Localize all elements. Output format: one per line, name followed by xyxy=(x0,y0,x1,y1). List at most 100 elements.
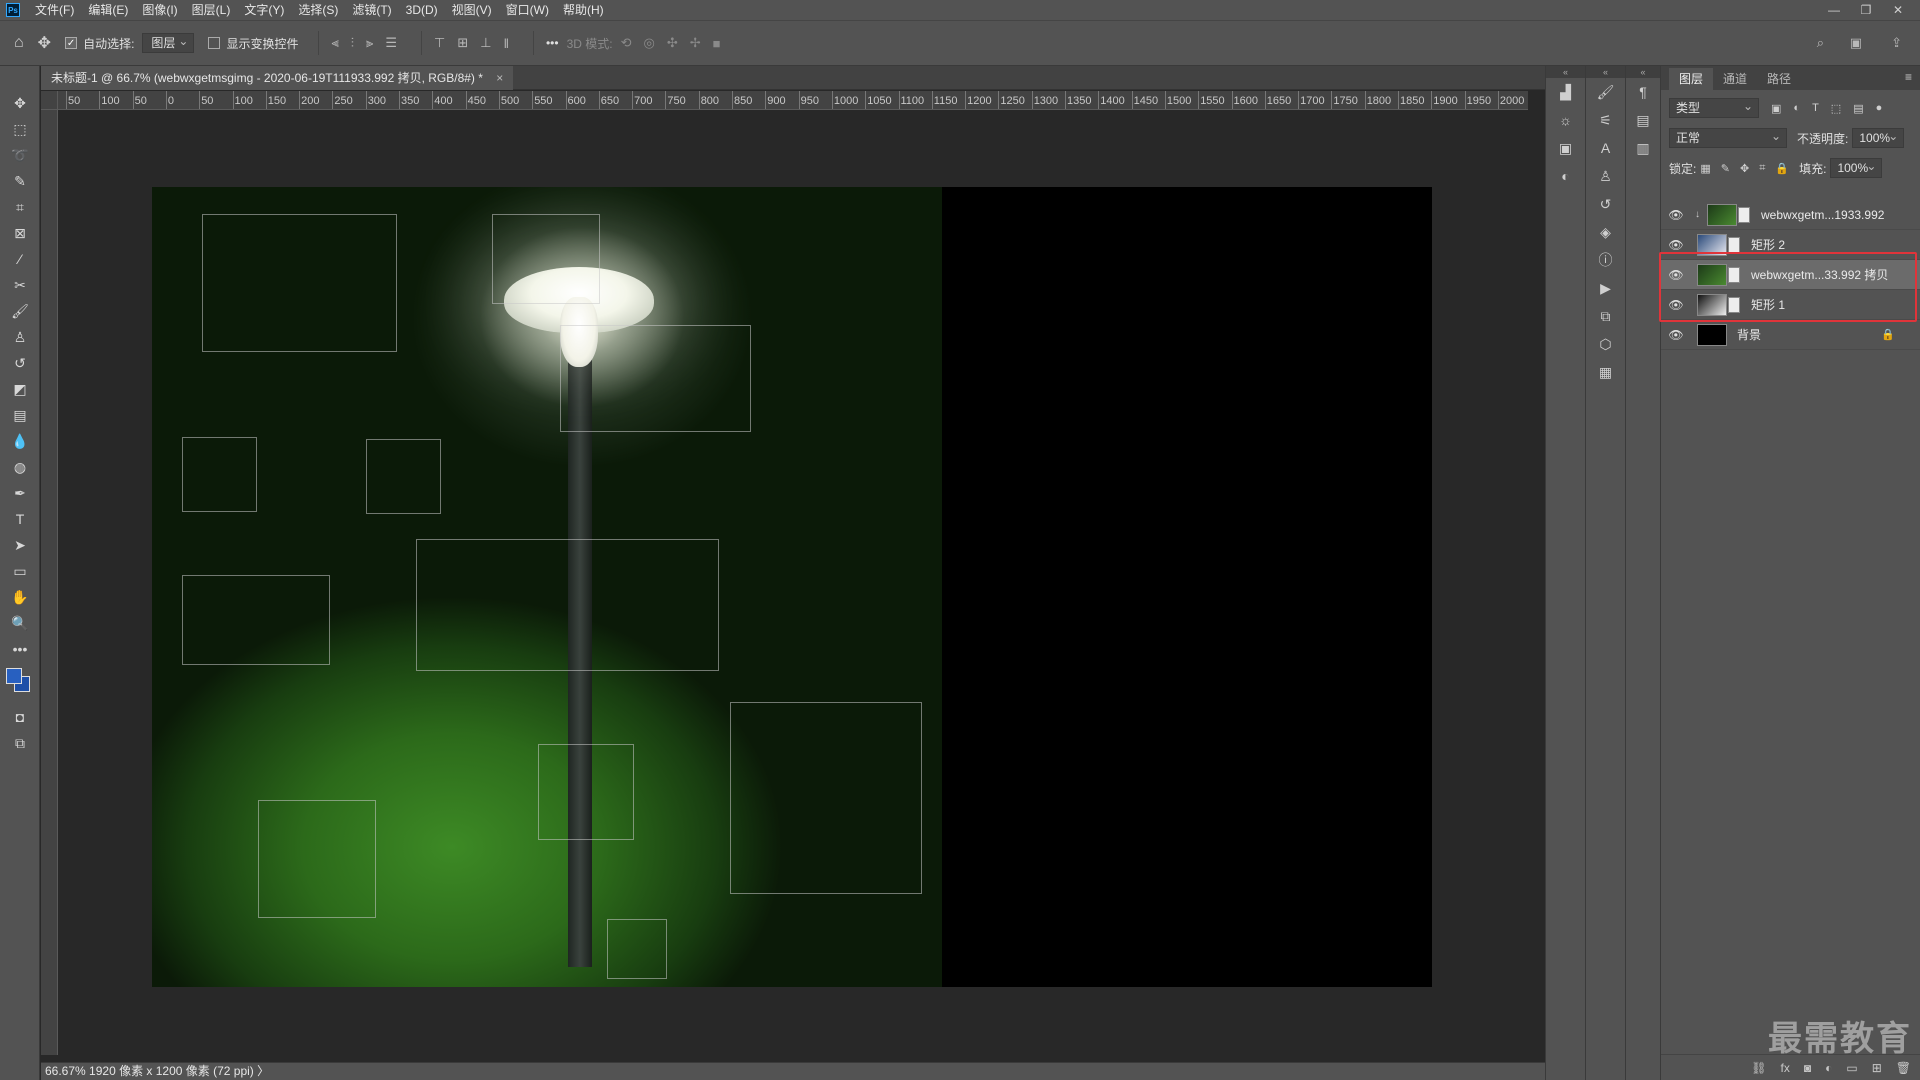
crop-tool-icon[interactable]: ⌗ xyxy=(0,194,40,220)
visibility-eye-icon[interactable]: 👁 xyxy=(1661,328,1691,342)
visibility-eye-icon[interactable]: 👁 xyxy=(1661,238,1691,252)
menu-3d[interactable]: 3D(D) xyxy=(399,0,445,20)
color-swatches[interactable] xyxy=(0,662,40,704)
distribute-vertical-icon[interactable]: ☰ xyxy=(385,35,397,51)
trash-icon[interactable]: 🗑 xyxy=(1896,1061,1911,1075)
layer-row[interactable]: 👁 背景 🔒 xyxy=(1661,320,1920,350)
share-icon[interactable]: ⇪ xyxy=(1891,35,1902,51)
eyedropper-tool-icon[interactable]: ⁄ xyxy=(0,246,40,272)
blur-tool-icon[interactable]: 💧 xyxy=(0,428,40,454)
lasso-tool-icon[interactable]: ➰ xyxy=(0,142,40,168)
info-icon[interactable]: ⓘ xyxy=(1586,246,1625,274)
vertical-ruler[interactable] xyxy=(41,110,58,1055)
gradient-tool-icon[interactable]: ▤ xyxy=(0,402,40,428)
menu-type[interactable]: 文字(Y) xyxy=(237,0,291,20)
menu-window[interactable]: 窗口(W) xyxy=(499,0,556,20)
histogram-icon[interactable]: ▟ xyxy=(1546,78,1585,106)
quick-mask-icon[interactable]: ◘ xyxy=(0,704,40,730)
fill-input[interactable]: 100% xyxy=(1830,157,1883,178)
collapse-handle[interactable]: « xyxy=(1626,66,1660,78)
close-document-icon[interactable]: × xyxy=(496,71,503,85)
menu-select[interactable]: 选择(S) xyxy=(291,0,345,20)
filter-pixel-icon[interactable]: ▣ xyxy=(1771,102,1781,115)
distribute-horizontal-icon[interactable]: ‖ xyxy=(504,36,509,51)
type-tool-icon[interactable]: T xyxy=(0,506,40,532)
notes-icon[interactable]: ▥ xyxy=(1626,134,1660,162)
character-icon[interactable]: A xyxy=(1586,134,1625,162)
quick-select-tool-icon[interactable]: ✎ xyxy=(0,168,40,194)
new-layer-icon[interactable]: ⊞ xyxy=(1872,1061,1882,1075)
paragraph-icon[interactable]: ¶ xyxy=(1626,78,1660,106)
filter-toggle-icon[interactable]: ● xyxy=(1876,102,1883,114)
filter-adjustment-icon[interactable]: ◐ xyxy=(1793,102,1800,114)
lock-transparent-icon[interactable]: ▦ xyxy=(1700,162,1710,175)
menu-view[interactable]: 视图(V) xyxy=(445,0,499,20)
tool-presets-icon[interactable]: ◈ xyxy=(1586,218,1625,246)
panel-menu-icon[interactable]: ≡ xyxy=(1905,70,1912,84)
ruler-origin[interactable] xyxy=(41,91,58,110)
layer-filter-kind-dropdown[interactable]: 类型 xyxy=(1669,97,1759,118)
lock-artboard-icon[interactable]: ⌗ xyxy=(1759,162,1765,175)
tab-channels[interactable]: 通道 xyxy=(1713,68,1757,90)
align-bottom-icon[interactable]: ⊥ xyxy=(480,35,491,51)
timeline-icon[interactable]: ▦ xyxy=(1586,358,1625,386)
link-icon[interactable]: ⛓ xyxy=(1751,1061,1766,1075)
lock-image-icon[interactable]: ✎ xyxy=(1721,162,1730,175)
minimize-button[interactable]: — xyxy=(1818,3,1850,17)
align-hcenter-icon[interactable]: ⫶ xyxy=(351,35,354,51)
menu-help[interactable]: 帮助(H) xyxy=(556,0,611,20)
fx-icon[interactable]: fx xyxy=(1781,1061,1790,1075)
zoom-tool-icon[interactable]: 🔍 xyxy=(0,610,40,636)
layer-name[interactable]: 背景 xyxy=(1737,326,1761,343)
history-icon[interactable]: ↺ xyxy=(1586,190,1625,218)
zoom-level[interactable]: 66.67% xyxy=(45,1064,86,1078)
collapse-handle[interactable]: « xyxy=(1546,66,1585,78)
workspace-icon[interactable]: ▣ xyxy=(1850,35,1862,51)
glyphs-icon[interactable]: ▤ xyxy=(1626,106,1660,134)
menu-edit[interactable]: 编辑(E) xyxy=(81,0,135,20)
edit-toolbar-icon[interactable]: ••• xyxy=(0,636,40,662)
color-icon[interactable]: ◐ xyxy=(1546,162,1585,190)
auto-select-target-dropdown[interactable]: 图层 xyxy=(142,32,195,53)
adjustment-icon[interactable]: ◐ xyxy=(1825,1061,1832,1075)
home-icon[interactable]: ⌂ xyxy=(14,34,24,52)
close-button[interactable]: ✕ xyxy=(1882,3,1914,17)
screen-mode-icon[interactable]: ⧉ xyxy=(0,730,40,756)
stamp-tool-icon[interactable]: ♙ xyxy=(0,324,40,350)
document-tab[interactable]: 未标题-1 @ 66.7% (webwxgetmsgimg - 2020-06-… xyxy=(41,66,514,90)
layer-comps-icon[interactable]: ⧉ xyxy=(1586,302,1625,330)
align-vcenter-icon[interactable]: ⊞ xyxy=(457,35,468,51)
collapse-handle[interactable]: « xyxy=(1586,66,1625,78)
layer-row[interactable]: 👁 ↓ webwxgetm...1933.992 xyxy=(1661,200,1920,230)
libraries-icon[interactable]: ▣ xyxy=(1546,134,1585,162)
align-left-icon[interactable]: ⫷ xyxy=(331,35,338,51)
healing-tool-icon[interactable]: ✂ xyxy=(0,272,40,298)
pen-tool-icon[interactable]: ✒ xyxy=(0,480,40,506)
dodge-tool-icon[interactable]: ◍ xyxy=(0,454,40,480)
mask-icon[interactable]: ◙ xyxy=(1804,1061,1811,1075)
history-brush-tool-icon[interactable]: ↺ xyxy=(0,350,40,376)
properties-icon[interactable]: ⚟ xyxy=(1586,106,1625,134)
menu-layer[interactable]: 图层(L) xyxy=(185,0,238,20)
auto-select-checkbox[interactable]: ✓ xyxy=(65,37,78,49)
menu-filter[interactable]: 滤镜(T) xyxy=(345,0,398,20)
marquee-tool-icon[interactable]: ⬚ xyxy=(0,116,40,142)
eraser-tool-icon[interactable]: ◩ xyxy=(0,376,40,402)
layer-name[interactable]: webwxgetm...1933.992 xyxy=(1761,208,1884,222)
align-right-icon[interactable]: ⫸ xyxy=(366,35,373,51)
adjustments-icon[interactable]: ☼ xyxy=(1546,106,1585,134)
opacity-input[interactable]: 100% xyxy=(1852,127,1905,148)
path-select-tool-icon[interactable]: ➤ xyxy=(0,532,40,558)
filter-smart-object-icon[interactable]: ▤ xyxy=(1853,102,1863,115)
brush-tool-icon[interactable]: 🖌 xyxy=(0,298,40,324)
lock-all-icon[interactable]: 🔒 xyxy=(1775,162,1789,175)
more-options-button[interactable]: ••• xyxy=(546,36,559,50)
horizontal-ruler[interactable]: 50 100 50 0 50 100 150 200 250 300 350 400 450 500 550… xyxy=(58,91,1528,110)
rectangle-tool-icon[interactable]: ▭ xyxy=(0,558,40,584)
hand-tool-icon[interactable]: ✋ xyxy=(0,584,40,610)
visibility-eye-icon[interactable]: 👁 xyxy=(1661,208,1691,222)
menu-file[interactable]: 文件(F) xyxy=(28,0,81,20)
foreground-color-swatch[interactable] xyxy=(6,668,22,684)
brush-settings-icon[interactable]: 🖌 xyxy=(1586,78,1625,106)
canvas-workspace[interactable] xyxy=(58,110,1528,1055)
